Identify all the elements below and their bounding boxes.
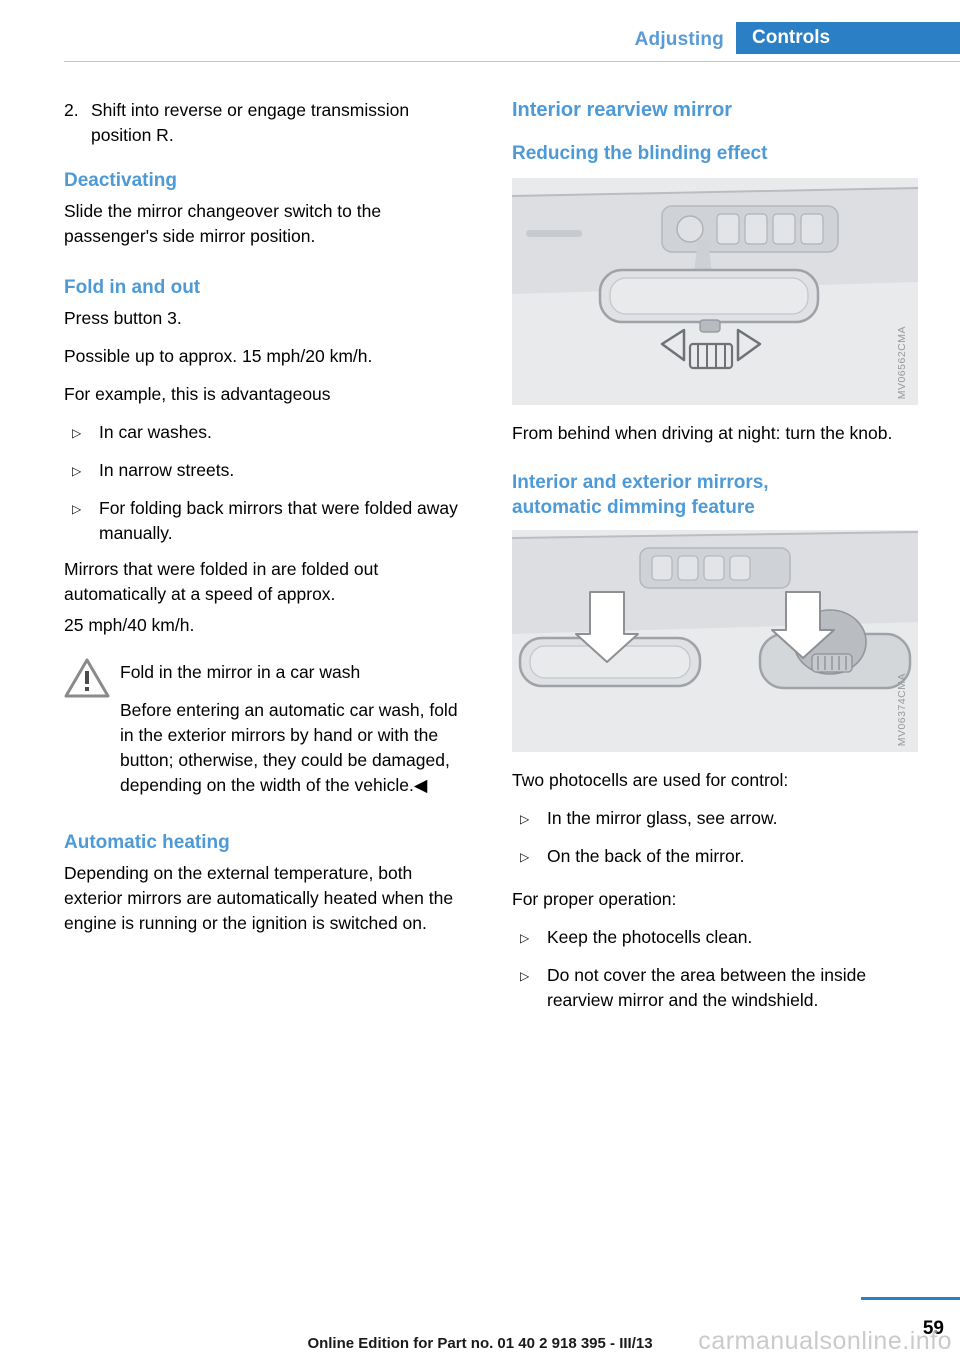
figure-auto-dimming-mirror: MV06374CMA	[512, 530, 918, 752]
warning-triangle-icon	[64, 656, 120, 698]
list-item-text: For folding back mirrors that were folde…	[99, 498, 458, 543]
page-header: Adjusting Controls	[0, 0, 960, 62]
list-item: ▷ In car washes.	[64, 420, 470, 447]
list-item: ▷ For folding back mirrors that were fol…	[64, 496, 470, 546]
footer-divider	[861, 1297, 960, 1300]
list-item: ▷ Keep the photocells clean.	[512, 925, 918, 952]
numbered-step-2: 2. Shift into reverse or engage transmis…	[64, 98, 470, 148]
triangle-bullet-icon: ▷	[520, 969, 530, 983]
fold-paragraph-5: 25 mph/40 km/h.	[64, 615, 195, 635]
figure-rearview-mirror-illustration	[512, 178, 918, 405]
deactivating-body: Slide the mirror changeover switch to th…	[64, 201, 382, 246]
fold-paragraph-2: Possible up to approx. 15 mph/20 km/h.	[64, 346, 373, 366]
step-text: Shift into reverse or engage transmissio…	[91, 100, 410, 145]
warning-block: Fold in the mirror in a car wash Before …	[64, 656, 470, 798]
list-item: ▷ In narrow streets.	[64, 458, 470, 485]
left-column: 2. Shift into reverse or engage transmis…	[64, 98, 470, 949]
figure-auto-dimming-illustration	[512, 530, 918, 752]
triangle-bullet-icon: ▷	[72, 464, 82, 478]
triangle-bullet-icon: ▷	[520, 850, 530, 864]
figure-rearview-mirror: MV06562CMA	[512, 178, 918, 405]
list-item: ▷ On the back of the mirror.	[512, 844, 918, 871]
heading-reducing-blinding-effect: Reducing the blinding effect	[512, 143, 768, 164]
heading-fold-in-and-out: Fold in and out	[64, 277, 201, 298]
dimming-paragraph-1: Two photocells are used for control:	[512, 770, 789, 790]
automatic-heating-body: Depending on the external temperature, b…	[64, 863, 454, 933]
fold-paragraph-1: Press button 3.	[64, 308, 182, 328]
figure-code: MV06374CMA	[896, 672, 908, 746]
list-item: ▷ In the mirror glass, see arrow.	[512, 806, 918, 833]
list-item-text: In car washes.	[99, 422, 212, 442]
list-item: ▷ Do not cover the area between the insi…	[512, 963, 918, 1013]
warning-body: Before entering an automatic car wash, f…	[64, 698, 470, 798]
list-item-text: On the back of the mirror.	[547, 846, 745, 866]
figure-code: MV06562CMA	[896, 325, 908, 399]
watermark: carmanualsonline.info	[698, 1327, 952, 1355]
triangle-bullet-icon: ▷	[520, 931, 530, 945]
heading-auto-dimming-line2: automatic dimming feature	[512, 497, 755, 518]
header-tab-controls: Controls	[736, 22, 960, 54]
list-item-text: Keep the photocells clean.	[547, 927, 753, 947]
heading-deactivating: Deactivating	[64, 170, 177, 191]
dimming-paragraph-2: For proper operation:	[512, 889, 677, 909]
step-number: 2.	[64, 100, 79, 120]
list-item-text: Do not cover the area between the inside…	[547, 965, 867, 1010]
heading-interior-rearview-mirror: Interior rearview mirror	[512, 99, 733, 121]
warning-body-text: Before entering an automatic car wash, f…	[120, 700, 458, 795]
list-item-text: In the mirror glass, see arrow.	[547, 808, 778, 828]
fold-paragraph-3: For example, this is advantageous	[64, 384, 331, 404]
reducing-caption: From behind when driving at night: turn …	[512, 423, 893, 443]
triangle-bullet-icon: ▷	[520, 812, 530, 826]
fold-paragraph-4: Mirrors that were folded in are folded o…	[64, 559, 379, 604]
triangle-bullet-icon: ▷	[72, 502, 82, 516]
document-page: Adjusting Controls 2. Shift into reverse…	[0, 0, 960, 1362]
warning-title: Fold in the mirror in a car wash	[120, 662, 361, 682]
right-column: Interior rearview mirror Reducing the bl…	[512, 98, 918, 1024]
header-divider	[64, 61, 960, 62]
header-tab-adjusting: Adjusting	[634, 29, 724, 50]
heading-automatic-heating: Automatic heating	[64, 832, 230, 853]
triangle-bullet-icon: ▷	[72, 426, 82, 440]
list-item-text: In narrow streets.	[99, 460, 235, 480]
heading-auto-dimming-line1: Interior and exterior mirrors,	[512, 472, 769, 493]
